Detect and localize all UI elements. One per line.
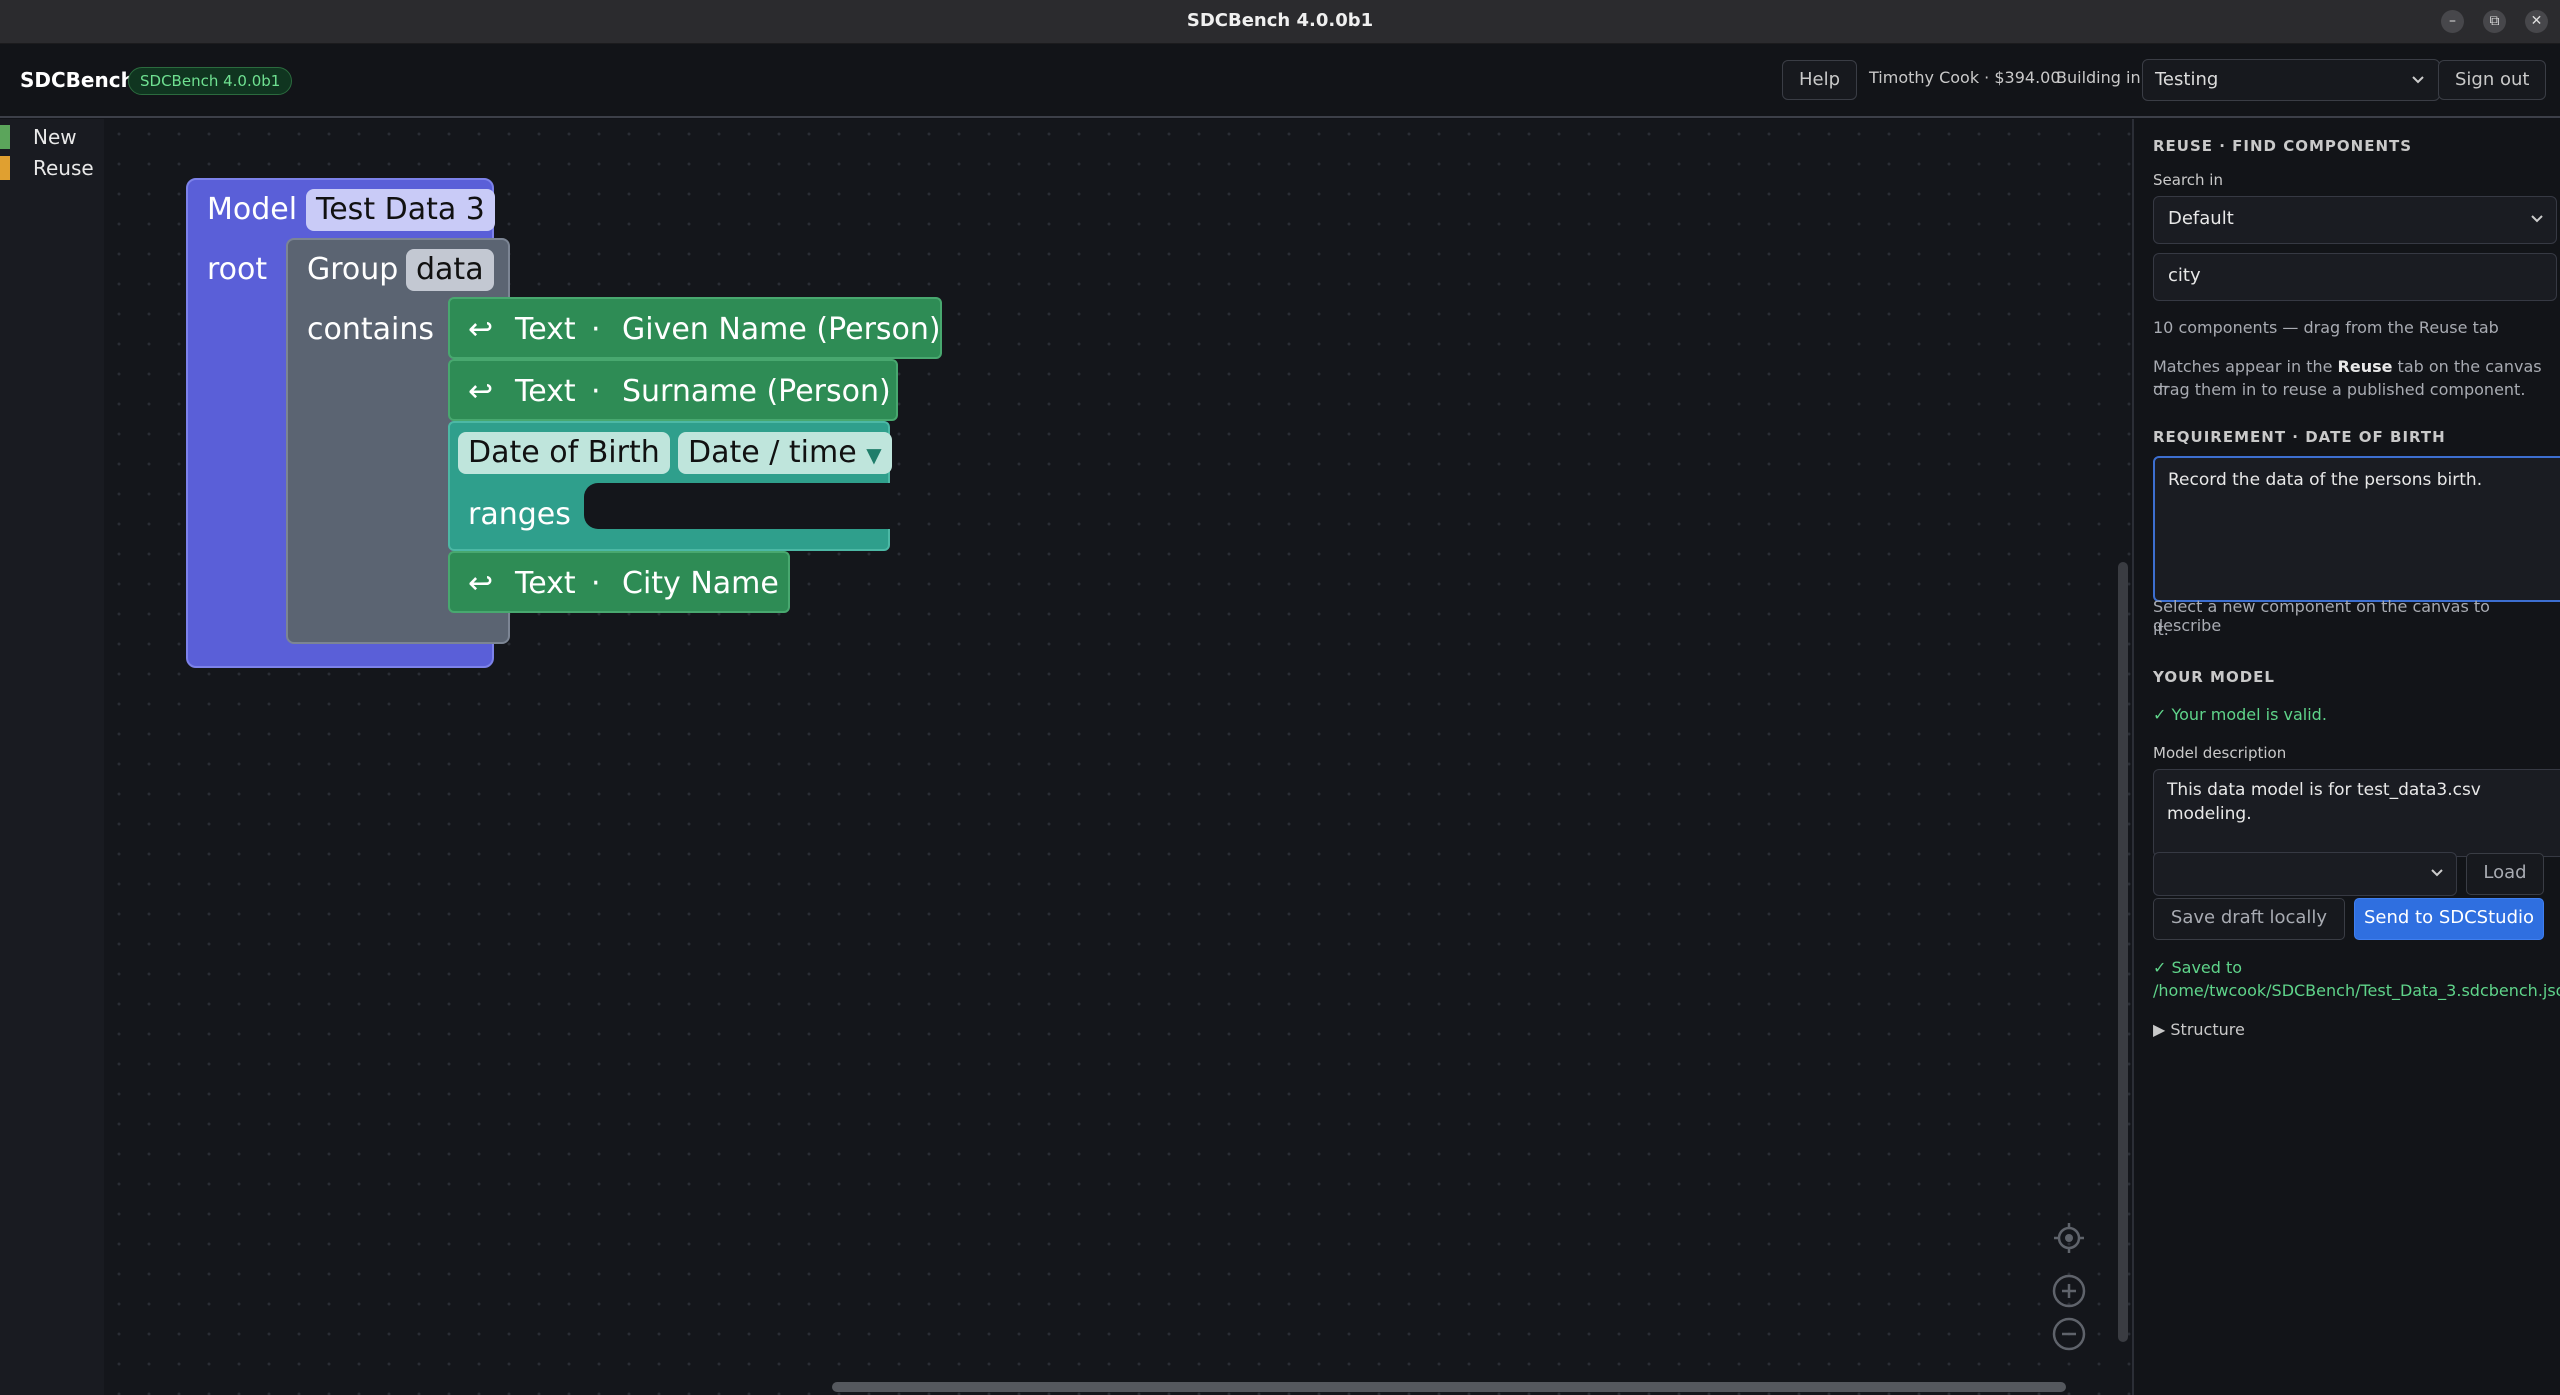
- ranges-input-slot[interactable]: [584, 483, 890, 529]
- window-title: SDCBench 4.0.0b1: [1186, 10, 1374, 31]
- sign-out-button[interactable]: Sign out: [2438, 60, 2547, 100]
- structure-toggle[interactable]: ▶ Structure: [2153, 1020, 2245, 1039]
- search-in-value: Default: [2168, 208, 2234, 229]
- reuse-heading: REUSE · FIND COMPONENTS: [2153, 137, 2413, 155]
- component-name-label: City Name: [622, 566, 779, 601]
- building-in-label: Building in: [2056, 68, 2141, 87]
- model-description-textarea[interactable]: This data model is for test_data3.csv mo…: [2153, 769, 2560, 857]
- version-badge: SDCBench 4.0.0b1: [128, 67, 293, 95]
- load-button[interactable]: Load: [2466, 853, 2544, 895]
- date-name-field[interactable]: Date of Birth: [458, 432, 670, 474]
- block-type-label: Text: [515, 312, 576, 347]
- select-hint-line2: it.: [2153, 620, 2169, 639]
- date-type-dropdown[interactable]: Date / time ▼: [678, 432, 892, 474]
- separator-dot: ·: [591, 566, 601, 601]
- component-name-label: Given Name (Person): [622, 312, 941, 347]
- toolbox-category-new[interactable]: New: [0, 123, 104, 151]
- zoom-out-icon[interactable]: [2052, 1317, 2086, 1351]
- recenter-icon[interactable]: [2052, 1221, 2086, 1255]
- model-description-label: Model description: [2153, 744, 2287, 762]
- date-type-value: Date / time: [688, 435, 857, 470]
- separator-dot: ·: [591, 312, 601, 347]
- close-icon[interactable]: ✕: [2525, 10, 2548, 33]
- restore-icon[interactable]: ⧉: [2483, 10, 2506, 33]
- project-select[interactable]: Testing: [2142, 59, 2440, 101]
- select-hint-line1: Select a new component on the canvas to …: [2153, 597, 2490, 635]
- group-contains-label: contains: [307, 312, 434, 347]
- model-block-label: Model: [207, 192, 298, 227]
- model-root-label: root: [207, 252, 268, 287]
- model-name-field[interactable]: Test Data 3: [306, 189, 495, 231]
- user-info: Timothy Cook · $394.00: [1869, 68, 2061, 87]
- results-count-text: 10 components — drag from the Reuse tab: [2153, 318, 2499, 337]
- requirement-heading: REQUIREMENT · DATE OF BIRTH: [2153, 428, 2446, 446]
- vertical-scrollbar[interactable]: [2118, 562, 2128, 1342]
- project-select-value: Testing: [2155, 69, 2219, 90]
- group-block-label: Group: [307, 252, 399, 287]
- chevron-down-icon: [2412, 76, 2424, 84]
- return-arrow-icon: ↩: [468, 374, 494, 409]
- model-valid-status: ✓ Your model is valid.: [2153, 705, 2327, 724]
- draft-select[interactable]: [2153, 852, 2457, 896]
- your-model-heading: YOUR MODEL: [2153, 668, 2275, 686]
- search-in-select[interactable]: Default: [2153, 196, 2557, 244]
- component-search-input[interactable]: city: [2153, 253, 2557, 301]
- matches-hint-line2: drag them in to reuse a published compon…: [2153, 380, 2526, 399]
- brand-label: SDCBench: [20, 68, 135, 92]
- ranges-label: ranges: [468, 497, 571, 532]
- group-name-field[interactable]: data: [406, 249, 494, 291]
- save-draft-button[interactable]: Save draft locally: [2153, 898, 2345, 940]
- help-button[interactable]: Help: [1782, 60, 1858, 100]
- model-description-line2: modeling.: [2167, 804, 2252, 824]
- category-color-swatch: [0, 156, 10, 180]
- toolbox-category-reuse[interactable]: Reuse: [0, 154, 104, 182]
- chevron-down-icon: [2531, 215, 2543, 223]
- saved-status-line1: ✓ Saved to: [2153, 958, 2243, 977]
- category-color-swatch: [0, 125, 10, 149]
- minimize-icon[interactable]: –: [2441, 10, 2464, 33]
- send-to-sdcstudio-button[interactable]: Send to SDCStudio: [2354, 898, 2544, 940]
- block-type-label: Text: [515, 374, 576, 409]
- separator-dot: ·: [591, 374, 601, 409]
- dropdown-arrow-icon: ▼: [866, 443, 882, 467]
- category-label: New: [33, 125, 77, 149]
- category-label: Reuse: [33, 156, 94, 180]
- return-arrow-icon: ↩: [468, 312, 494, 347]
- requirement-textarea[interactable]: Record the data of the persons birth.: [2153, 456, 2560, 602]
- zoom-in-icon[interactable]: [2052, 1274, 2086, 1308]
- model-description-line1: This data model is for test_data3.csv: [2167, 780, 2481, 800]
- return-arrow-icon: ↩: [468, 566, 494, 601]
- saved-path: /home/twcook/SDCBench/Test_Data_3.sdcben…: [2153, 981, 2560, 1000]
- toolbox: [0, 119, 104, 1395]
- chevron-down-icon: [2431, 869, 2443, 877]
- search-in-label: Search in: [2153, 171, 2223, 189]
- horizontal-scrollbar[interactable]: [832, 1382, 2066, 1392]
- component-name-label: Surname (Person): [622, 374, 891, 409]
- block-type-label: Text: [515, 566, 576, 601]
